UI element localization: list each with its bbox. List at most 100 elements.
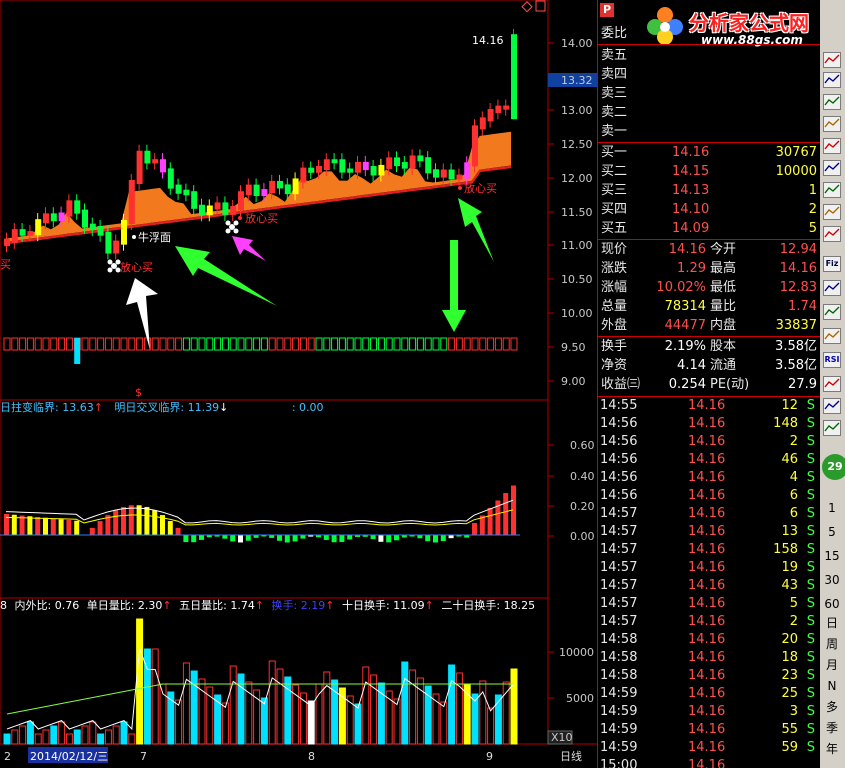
buy-level-label: 买一 bbox=[601, 145, 628, 160]
period-label[interactable]: 日线 bbox=[560, 749, 582, 763]
period-unit-button[interactable]: 多 bbox=[821, 698, 843, 716]
stat-label: 涨幅 bbox=[601, 280, 628, 295]
volume-bar bbox=[104, 729, 112, 745]
tick-side: S bbox=[806, 632, 815, 647]
toolbar-tool-icon[interactable] bbox=[823, 328, 841, 344]
sell-level-label: 卖四 bbox=[601, 67, 628, 82]
toolbar-tool-icon[interactable] bbox=[823, 398, 841, 414]
period-unit-button[interactable]: 季 bbox=[821, 719, 843, 737]
volume-bar bbox=[229, 665, 237, 745]
volume-bar bbox=[175, 699, 183, 745]
period-unit-button[interactable]: 日 bbox=[821, 614, 843, 632]
wei-bi-label: 委比 bbox=[601, 26, 628, 41]
candle-body bbox=[183, 189, 190, 196]
buy-level-price: 14.10 bbox=[672, 202, 710, 217]
divider bbox=[598, 142, 820, 143]
macd-header: 日拄变临界: 13.63↑ 明日交叉临界: 11.39↓ : 0.00 bbox=[0, 400, 324, 414]
price-tick: 10.50 bbox=[561, 273, 593, 286]
period-button[interactable]: 1 bbox=[821, 499, 843, 517]
period-button[interactable]: 60 bbox=[821, 595, 843, 613]
signal-cell bbox=[65, 337, 73, 351]
period-unit-button[interactable]: 周 bbox=[821, 635, 843, 653]
period-button[interactable]: 15 bbox=[821, 547, 843, 565]
volume-tick: 5000 bbox=[566, 692, 594, 705]
tick-time: 14:57 bbox=[600, 578, 638, 593]
signal-cell bbox=[323, 337, 331, 351]
tick-time: 14:57 bbox=[600, 506, 638, 521]
buy-level-volume: 10000 bbox=[775, 164, 817, 179]
tick-side: S bbox=[806, 650, 815, 665]
fiz-icon[interactable]: Fiz bbox=[823, 256, 841, 272]
tick-volume: 13 bbox=[781, 524, 798, 539]
stat-label: PE(动) bbox=[710, 377, 750, 392]
tick-time: 15:00 bbox=[600, 758, 638, 768]
period-unit-button[interactable]: N bbox=[821, 677, 843, 695]
macd-bar bbox=[128, 505, 134, 535]
tick-row: 14:57 14.16 158 S bbox=[598, 541, 820, 559]
volume-bar bbox=[112, 725, 120, 745]
period-button[interactable]: 30 bbox=[821, 571, 843, 589]
candle-body bbox=[503, 105, 510, 110]
volume-tick: 10000 bbox=[559, 646, 594, 659]
tick-row: 14:59 14.16 55 S bbox=[598, 721, 820, 739]
macd-tick: 0.00 bbox=[570, 530, 595, 543]
badge-circle[interactable]: 29 bbox=[822, 454, 845, 480]
toolbar-tool-icon[interactable] bbox=[823, 304, 841, 320]
tick-time: 14:59 bbox=[600, 722, 638, 737]
signal-cell bbox=[276, 337, 284, 351]
volume-ma-line bbox=[6, 683, 514, 715]
tick-time: 14:56 bbox=[600, 434, 638, 449]
volume-bars bbox=[3, 618, 518, 745]
candle-body bbox=[386, 157, 393, 169]
stock-chart[interactable]: 14.00 13.00 12.50 12.00 11.50 11.00 10.5… bbox=[0, 0, 597, 768]
macd-tick: 0.60 bbox=[570, 439, 595, 452]
signal-cell bbox=[159, 337, 167, 351]
tick-side: S bbox=[806, 560, 815, 575]
candle-body bbox=[440, 169, 447, 178]
toolbar-tool-icon[interactable] bbox=[823, 280, 841, 296]
toolbar-tool-icon[interactable] bbox=[823, 94, 841, 110]
signal-cell bbox=[377, 337, 385, 351]
toolbar-tool-icon[interactable] bbox=[823, 376, 841, 392]
signal-cell bbox=[463, 337, 471, 351]
volume-bar bbox=[73, 729, 81, 745]
buy-level-row: 买四 14.10 2 bbox=[598, 201, 820, 219]
candle-body bbox=[43, 213, 49, 224]
toolbar-tool-icon[interactable] bbox=[823, 420, 841, 436]
buy-signal-label: 放心买 bbox=[464, 181, 497, 195]
p-badge-icon[interactable]: P bbox=[600, 3, 614, 17]
toolbar-tool-icon[interactable] bbox=[823, 182, 841, 198]
flower-marker-2 bbox=[225, 220, 239, 234]
toolbar-tool-icon[interactable] bbox=[823, 204, 841, 220]
toolbar-tool-icon[interactable] bbox=[823, 52, 841, 68]
toolbar-tool-icon[interactable] bbox=[823, 72, 841, 88]
candle-body bbox=[199, 204, 205, 216]
stat-label: 净资 bbox=[601, 358, 628, 373]
tick-time: 14:58 bbox=[600, 650, 638, 665]
rsi-icon[interactable]: RSI bbox=[823, 352, 841, 368]
diamond-icon[interactable] bbox=[521, 1, 533, 13]
candle-body bbox=[58, 212, 65, 222]
toolbar-tool-icon[interactable] bbox=[823, 160, 841, 176]
period-unit-button[interactable]: 月 bbox=[821, 656, 843, 674]
quote-stat-row: 涨跌 1.29 最高 14.16 bbox=[598, 260, 820, 278]
toolbar-tool-icon[interactable] bbox=[823, 116, 841, 132]
candle-body bbox=[331, 159, 338, 164]
signal-cell bbox=[120, 337, 128, 351]
tick-side: S bbox=[806, 524, 815, 539]
volume-bar bbox=[221, 702, 229, 745]
window-icon[interactable] bbox=[535, 0, 546, 12]
tick-volume: 25 bbox=[781, 686, 798, 701]
signal-cell bbox=[487, 337, 495, 351]
macd-bar bbox=[245, 535, 251, 541]
tick-price: 14.16 bbox=[688, 578, 726, 593]
candle-body bbox=[19, 229, 26, 236]
sell-level-row: 卖一 bbox=[598, 123, 820, 141]
tick-time: 14:56 bbox=[600, 488, 638, 503]
period-unit-button[interactable]: 年 bbox=[821, 740, 843, 758]
tick-row: 14:56 14.16 148 S bbox=[598, 415, 820, 433]
period-button[interactable]: 5 bbox=[821, 523, 843, 541]
toolbar-tool-icon[interactable] bbox=[823, 138, 841, 154]
candle-body bbox=[425, 157, 432, 174]
toolbar-tool-icon[interactable] bbox=[823, 226, 841, 242]
